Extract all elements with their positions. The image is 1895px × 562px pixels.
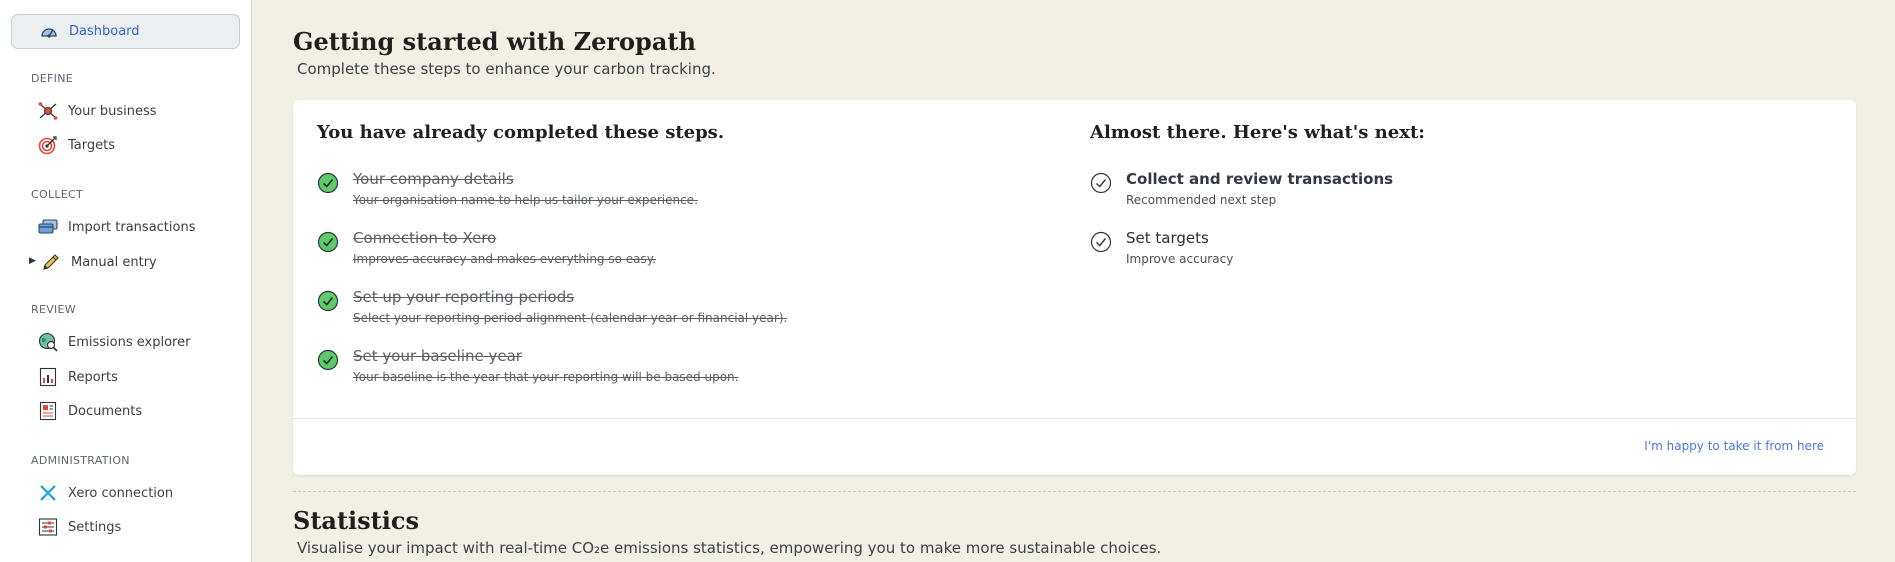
globe-magnifier-icon	[38, 332, 58, 352]
step-description: Your baseline is the year that your repo…	[353, 370, 739, 384]
card-divider	[293, 418, 1856, 419]
sidebar-item-label: Emissions explorer	[68, 334, 191, 350]
step-description: Improve accuracy	[1126, 252, 1234, 266]
sidebar-item-label: Reports	[68, 369, 118, 385]
sidebar-item-manual-entry[interactable]: Manual entry	[41, 250, 157, 274]
check-circle-icon	[317, 349, 339, 371]
section-title-review: REVIEW	[31, 303, 76, 316]
sidebar-item-emissions-explorer[interactable]: Emissions explorer	[38, 330, 190, 354]
section-title-administration: ADMINISTRATION	[31, 454, 130, 467]
caret-right-icon[interactable]: ▶	[29, 256, 36, 266]
sidebar-item-label: Xero connection	[68, 485, 174, 501]
sidebar-item-label: Settings	[68, 519, 122, 535]
cards-icon	[38, 219, 58, 234]
sidebar-item-label: Documents	[68, 403, 143, 419]
sidebar-item-dashboard[interactable]: Dashboard	[11, 14, 240, 49]
document-icon	[39, 401, 57, 421]
sidebar-item-documents[interactable]: Documents	[38, 399, 142, 423]
check-circle-icon	[317, 231, 339, 253]
sidebar-item-xero-connection[interactable]: Xero connection	[38, 481, 173, 505]
step-title: Your company details	[353, 170, 514, 188]
page-title: Getting started with Zeropath	[293, 27, 696, 56]
sidebar-item-reports[interactable]: Reports	[38, 365, 118, 389]
sidebar-item-label: Manual entry	[71, 254, 157, 270]
step-description: Your organisation name to help us tailor…	[353, 193, 698, 207]
sidebar-item-your-business[interactable]: Your business	[38, 99, 157, 123]
network-node-icon	[38, 102, 58, 120]
sidebar-item-label: Dashboard	[69, 24, 140, 39]
check-circle-icon	[317, 290, 339, 312]
chart-report-icon	[39, 367, 57, 387]
sidebar-item-settings[interactable]: Settings	[38, 515, 121, 539]
sidebar-item-targets[interactable]: Targets	[38, 133, 115, 157]
step-title: Set targets	[1126, 229, 1209, 247]
sliders-icon	[38, 518, 58, 536]
completed-heading: You have already completed these steps.	[317, 122, 725, 143]
section-divider	[293, 491, 1856, 492]
check-circle-icon	[317, 172, 339, 194]
pencil-icon	[43, 254, 59, 270]
statistics-title: Statistics	[293, 506, 420, 535]
speedometer-icon	[41, 28, 57, 38]
statistics-subtitle: Visualise your impact with real-time CO₂…	[297, 539, 1162, 557]
sidebar-item-label: Targets	[68, 137, 115, 153]
sidebar-item-import-transactions[interactable]: Import transactions	[38, 215, 196, 239]
section-title-collect: COLLECT	[31, 188, 84, 201]
check-circle-outline-icon	[1090, 231, 1112, 253]
step-title: Set up your reporting periods	[353, 288, 575, 306]
step-description: Recommended next step	[1126, 193, 1277, 207]
sidebar: Dashboard DEFINE Your business Targets C…	[0, 0, 252, 562]
step-title: Collect and review transactions	[1126, 170, 1394, 188]
step-title: Connection to Xero	[353, 229, 497, 247]
sidebar-item-label: Import transactions	[68, 219, 196, 235]
getting-started-card: You have already completed these steps. …	[293, 100, 1856, 475]
step-description: Select your reporting period alignment (…	[353, 311, 788, 325]
page-subtitle: Complete these steps to enhance your car…	[297, 60, 716, 78]
section-title-define: DEFINE	[31, 72, 73, 85]
step-title: Set your baseline year	[353, 347, 522, 365]
dismiss-getting-started-link[interactable]: I'm happy to take it from here	[1644, 439, 1824, 453]
x-icon	[40, 485, 56, 501]
sidebar-item-label: Your business	[68, 103, 157, 119]
check-circle-outline-icon	[1090, 172, 1112, 194]
step-description: Improves accuracy and makes everything s…	[353, 252, 656, 266]
target-icon	[38, 136, 57, 155]
next-steps-heading: Almost there. Here's what's next:	[1090, 122, 1425, 143]
